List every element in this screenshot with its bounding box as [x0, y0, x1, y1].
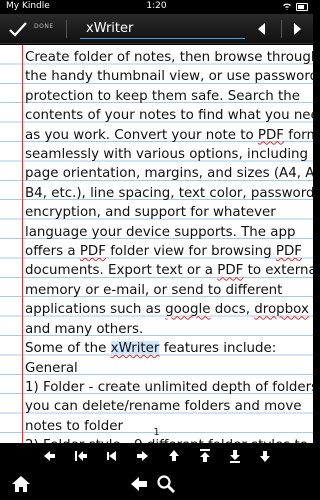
note-line: B4, etc.), line spacing, text color, pas… [25, 184, 313, 203]
editor-toolbar: DONE xWriter [0, 14, 313, 44]
note-page[interactable]: Create folder of notes, then browse thro… [0, 45, 313, 443]
note-text-segment: encryption, and support for whatever [25, 205, 276, 221]
note-line: encryption, and support for whatever [25, 203, 313, 222]
note-title-field[interactable]: xWriter [80, 19, 245, 39]
note-text-segment: format [288, 127, 313, 143]
note-line: as you work. Convert your note to PDF fo… [25, 126, 313, 145]
note-line: offers a PDF folder view for browsing PD… [25, 242, 313, 261]
scroll-controls [0, 445, 313, 471]
done-button[interactable]: DONE [34, 23, 54, 30]
note-line: 1) Folder - create unlimited depth of fo… [25, 378, 313, 397]
margin-line [22, 45, 23, 443]
note-title[interactable]: xWriter [86, 21, 133, 36]
home-icon[interactable] [10, 473, 32, 495]
scroll-to-top-icon[interactable] [194, 445, 216, 467]
misspelled-word: google [165, 302, 211, 318]
back-icon[interactable] [128, 473, 150, 495]
misspelled-word: dropbox [254, 302, 309, 318]
clock: 1:20 [146, 1, 167, 11]
note-text-segment: documents. Export text or a [25, 263, 218, 279]
note-line: protection to keep them safe. Search the [25, 87, 313, 106]
note-line: language your device supports. The app [25, 223, 313, 242]
misspelled-word: PDF [257, 127, 285, 143]
system-navigation [0, 473, 313, 499]
note-text-segment: you can delete/rename folders and move [25, 399, 302, 415]
note-line: Some of the xWriter features include: [25, 339, 313, 358]
misspelled-word: PDF [79, 244, 106, 260]
previous-track-icon[interactable] [101, 445, 123, 467]
note-line: page orientation, margins, and sizes (A4… [25, 164, 313, 183]
note-line: seamlessly with various options, includi… [25, 145, 313, 164]
note-text-segment: folder view for browsing [105, 244, 276, 260]
toolbar-divider [281, 20, 282, 38]
note-text-segment: docs, [210, 302, 255, 318]
status-bar: My Kindle 1:20 [0, 0, 313, 14]
note-text-segment: offers a [25, 244, 80, 260]
note-line: memory or e-mail, or send to different [25, 281, 313, 300]
note-body[interactable]: Create folder of notes, then browse thro… [25, 48, 313, 443]
arrow-down-icon[interactable] [254, 445, 276, 467]
battery-icon [296, 3, 308, 11]
triangle-left-icon[interactable] [254, 21, 270, 37]
arrow-up-icon[interactable] [163, 445, 185, 467]
note-text-segment: memory or e-mail, or send to different [25, 282, 283, 298]
checkmark-icon[interactable] [8, 19, 28, 39]
note-text-segment: features include: [159, 341, 277, 357]
note-line: contents of your notes to find what you … [25, 106, 313, 125]
note-text-segment: as you work. Convert your note to [25, 127, 258, 143]
note-line: and many others. [25, 320, 313, 339]
misspelled-word: xWriter [110, 341, 160, 357]
skip-to-start-icon[interactable] [70, 445, 92, 467]
note-text-segment: to external [243, 263, 313, 279]
note-text-segment: and many others. [25, 321, 144, 337]
misspelled-word: PDF [275, 244, 302, 260]
note-line: General [25, 359, 313, 378]
arrow-right-icon[interactable] [132, 445, 154, 467]
wifi-icon [283, 3, 291, 10]
note-text-segment: Some of the [25, 341, 111, 357]
note-line: Create folder of notes, then browse thro… [25, 48, 313, 67]
note-line: documents. Export text or a PDF to exter… [25, 261, 313, 280]
note-text-segment: B4, etc.), line spacing, text color, pas… [25, 185, 313, 201]
note-text-segment: language your device supports. The app [25, 224, 296, 240]
note-line: the handy thumbnail view, or use passwor… [25, 67, 313, 86]
scroll-to-bottom-icon[interactable] [224, 445, 246, 467]
note-text-segment: seamlessly with various options, includi… [25, 147, 309, 163]
search-icon[interactable] [155, 473, 177, 495]
note-text-segment: applications such as [25, 302, 166, 318]
note-line: you can delete/rename folders and move [25, 397, 313, 416]
triangle-right-icon[interactable] [289, 21, 305, 37]
toolbar-divider [66, 20, 67, 38]
note-text-segment: contents of your notes to find what you … [25, 108, 313, 124]
note-text-segment: protection to keep them safe. Search the [25, 88, 301, 104]
note-text-segment: the handy thumbnail view, or use passwor… [25, 69, 313, 85]
note-text-segment: General [25, 360, 78, 376]
note-text-segment: 1) Folder - create unlimited depth of fo… [25, 379, 313, 395]
note-text-segment: page orientation, margins, and sizes (A4… [25, 166, 313, 182]
note-line: applications such as google docs, dropbo… [25, 300, 313, 319]
note-text-segment: Create folder of notes, then browse thro… [25, 50, 313, 65]
misspelled-word: PDF [217, 263, 244, 279]
arrow-left-icon[interactable] [38, 445, 60, 467]
bottom-navigation [0, 443, 313, 500]
page-number: 1 [153, 427, 160, 438]
